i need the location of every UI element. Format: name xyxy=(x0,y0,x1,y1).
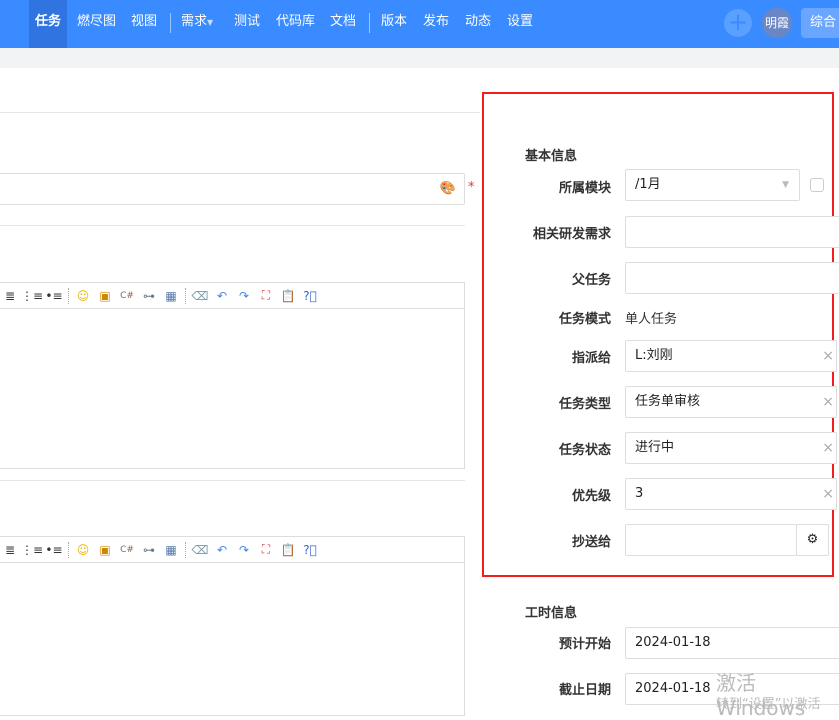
eraser-icon[interactable]: ⌫ xyxy=(189,543,211,557)
undo-icon[interactable]: ↶ xyxy=(211,289,233,303)
redo-icon[interactable]: ↷ xyxy=(233,543,255,557)
type-label: 任务类型 xyxy=(558,397,611,412)
clear-icon[interactable]: × xyxy=(822,341,834,371)
cc-label: 抄送给 xyxy=(571,535,611,550)
combo-button[interactable]: 综合 xyxy=(801,8,839,38)
palette-icon[interactable]: 🎨 xyxy=(440,174,456,204)
nav-story[interactable]: 需求▼ xyxy=(175,0,219,48)
unordered-list-icon[interactable]: •≡ xyxy=(43,289,65,303)
nav-test[interactable]: 测试 xyxy=(228,0,266,48)
mode-value: 单人任务 xyxy=(625,312,678,327)
nav-dynamic[interactable]: 动态 xyxy=(459,0,497,48)
nav-doc[interactable]: 文档 xyxy=(324,0,362,48)
parent-label: 父任务 xyxy=(571,273,611,288)
parent-select[interactable] xyxy=(625,262,839,294)
undo-icon[interactable]: ↶ xyxy=(211,543,233,557)
nav-divider xyxy=(369,13,370,33)
cc-select[interactable] xyxy=(625,524,797,556)
table-icon[interactable]: ▦ xyxy=(160,289,182,303)
deadline-label: 截止日期 xyxy=(558,683,611,698)
all-modules-checkbox[interactable] xyxy=(810,178,824,192)
assign-value: L:刘刚 xyxy=(635,348,673,363)
link-icon[interactable]: ⊶ xyxy=(138,543,160,557)
nav-settings[interactable]: 设置 xyxy=(501,0,539,48)
editor-toolbar: ≣ ⋮≡ •≡ ☺ ▣ C# ⊶ ▦ ⌫ ↶ ↷ ⛶ 📋 ?⃝ xyxy=(0,537,464,563)
sub-bar xyxy=(0,48,839,68)
caret-down-icon: ▼ xyxy=(207,18,214,27)
editor-toolbar: ≣ ⋮≡ •≡ ☺ ▣ C# ⊶ ▦ ⌫ ↶ ↷ ⛶ 📋 ?⃝ xyxy=(0,283,464,309)
module-label: 所属模块 xyxy=(558,181,611,196)
status-value: 进行中 xyxy=(635,440,675,455)
mode-label: 任务模式 xyxy=(558,312,611,327)
nav-task[interactable]: 任务 xyxy=(29,0,68,48)
paste-icon[interactable]: 📋 xyxy=(277,289,299,303)
type-value: 任务单审核 xyxy=(635,394,701,409)
help-icon[interactable]: ?⃝ xyxy=(299,543,321,557)
emoticon-icon[interactable]: ☺ xyxy=(72,289,94,303)
divider xyxy=(0,112,480,113)
divider xyxy=(0,225,465,226)
caret-down-icon: ▼ xyxy=(782,180,789,190)
avatar[interactable]: 明霞 xyxy=(762,8,792,38)
eraser-icon[interactable]: ⌫ xyxy=(189,289,211,303)
priority-value: 3 xyxy=(635,486,644,501)
align-justify-icon[interactable]: ≣ xyxy=(0,543,21,557)
redo-icon[interactable]: ↷ xyxy=(233,289,255,303)
code-icon[interactable]: C# xyxy=(116,545,138,555)
nav-story-label: 需求 xyxy=(181,14,208,29)
align-justify-icon[interactable]: ≣ xyxy=(0,289,21,303)
fullscreen-icon[interactable]: ⛶ xyxy=(255,542,277,557)
nav-release[interactable]: 版本 xyxy=(375,0,413,48)
cc-settings-button[interactable]: ⚙ xyxy=(796,524,829,556)
clear-icon[interactable]: × xyxy=(822,479,834,509)
link-icon[interactable]: ⊶ xyxy=(138,289,160,303)
module-select[interactable]: /1月 ▼ xyxy=(625,169,800,201)
start-label: 预计开始 xyxy=(558,637,611,652)
divider xyxy=(0,480,465,481)
nav-publish[interactable]: 发布 xyxy=(417,0,455,48)
nav-burndown[interactable]: 燃尽图 xyxy=(71,0,122,48)
emoticon-icon[interactable]: ☺ xyxy=(72,543,94,557)
basic-info-title: 基本信息 xyxy=(525,149,578,164)
story-label: 相关研发需求 xyxy=(532,227,611,242)
description-editor[interactable]: ≣ ⋮≡ •≡ ☺ ▣ C# ⊶ ▦ ⌫ ↶ ↷ ⛶ 📋 ?⃝ xyxy=(0,282,465,469)
verify-editor[interactable]: ≣ ⋮≡ •≡ ☺ ▣ C# ⊶ ▦ ⌫ ↶ ↷ ⛶ 📋 ?⃝ xyxy=(0,536,465,716)
image-icon[interactable]: ▣ xyxy=(94,289,116,303)
help-icon[interactable]: ?⃝ xyxy=(299,289,321,303)
start-date-input[interactable]: 2024-01-18 xyxy=(625,627,839,659)
module-value: /1月 xyxy=(635,177,661,192)
status-label: 任务状态 xyxy=(558,443,611,458)
nav-view[interactable]: 视图 xyxy=(125,0,163,48)
table-icon[interactable]: ▦ xyxy=(160,543,182,557)
image-icon[interactable]: ▣ xyxy=(94,543,116,557)
nav-repo[interactable]: 代码库 xyxy=(270,0,321,48)
priority-select[interactable]: 3 × xyxy=(625,478,837,510)
gear-icon: ⚙ xyxy=(806,532,819,547)
type-select[interactable]: 任务单审核 × xyxy=(625,386,837,418)
nav-divider xyxy=(170,13,171,33)
paste-icon[interactable]: 📋 xyxy=(277,543,299,557)
story-select[interactable] xyxy=(625,216,839,248)
required-mark: * xyxy=(468,180,475,195)
assign-select[interactable]: L:刘刚 × xyxy=(625,340,837,372)
ordered-list-icon[interactable]: ⋮≡ xyxy=(21,543,43,557)
fullscreen-icon[interactable]: ⛶ xyxy=(255,288,277,303)
name-input[interactable]: 🎨 xyxy=(0,173,465,205)
clear-icon[interactable]: × xyxy=(822,433,834,463)
status-select[interactable]: 进行中 × xyxy=(625,432,837,464)
ordered-list-icon[interactable]: ⋮≡ xyxy=(21,289,43,303)
unordered-list-icon[interactable]: •≡ xyxy=(43,543,65,557)
effort-info-title: 工时信息 xyxy=(525,606,578,621)
clear-icon[interactable]: × xyxy=(822,387,834,417)
priority-label: 优先级 xyxy=(571,489,611,504)
code-icon[interactable]: C# xyxy=(116,291,138,301)
plus-icon[interactable]: + xyxy=(724,9,752,37)
top-nav: 任务 燃尽图 视图 需求▼ 测试 代码库 文档 版本 发布 动态 设置 + 明霞… xyxy=(0,0,839,48)
assign-label: 指派给 xyxy=(571,351,611,366)
